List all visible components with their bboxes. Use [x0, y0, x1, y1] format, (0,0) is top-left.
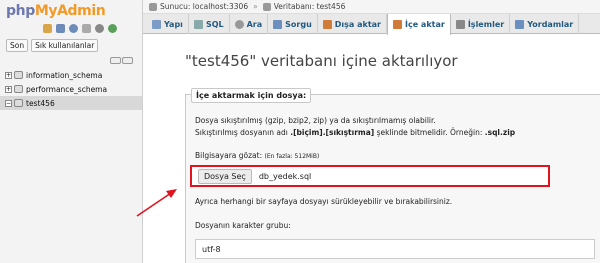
compression-format-info: Sıkıştırılmış dosyanın adı .[biçim].[sık…: [195, 128, 516, 137]
settings-icon[interactable]: [95, 24, 104, 33]
home-icon[interactable]: [43, 24, 52, 33]
export-icon: [322, 19, 332, 29]
expand-icon[interactable]: +: [5, 71, 12, 79]
tab-operations[interactable]: İşlemler: [451, 14, 511, 34]
tab-export[interactable]: Dışa aktar: [318, 14, 387, 34]
arrow-head: [166, 189, 177, 198]
breadcrumb-database[interactable]: Veritabanı: test456: [274, 2, 346, 11]
navigation-sidebar: phpMyAdmin Son Sık kullanılanlar + infor…: [0, 0, 143, 263]
database-icon: [14, 99, 23, 107]
breadcrumb: Sunucu: localhost:3306 » Veritabanı: tes…: [143, 0, 600, 14]
tree-item-label: test456: [26, 98, 55, 108]
recent-favorites-tabs: Son Sık kullanılanlar: [6, 39, 99, 52]
file-input-highlight: Dosya Seç db_yedek.sql: [190, 165, 550, 187]
fieldset-legend: İçe aktarmak için dosya:: [191, 88, 312, 103]
collapse-icon[interactable]: −: [5, 99, 12, 107]
annotation-arrow-icon: [136, 189, 177, 217]
collapse-all-icon[interactable]: [110, 57, 121, 64]
breadcrumb-separator: »: [253, 2, 258, 11]
database-tree: + information_schema + performance_schem…: [0, 68, 142, 110]
max-size-label: (En fazla: 512MiB): [264, 153, 320, 160]
tree-item-test456[interactable]: − test456: [0, 96, 142, 110]
database-icon: [14, 85, 23, 93]
logout-icon[interactable]: [56, 24, 65, 33]
help-icon[interactable]: [69, 24, 78, 33]
import-icon: [393, 20, 402, 29]
tab-import[interactable]: İçe aktar: [387, 14, 451, 35]
arrow-shaft: [136, 192, 172, 217]
routines-icon: [515, 19, 525, 29]
server-icon: [149, 2, 157, 11]
breadcrumb-server[interactable]: Sunucu: localhost:3306: [160, 2, 248, 11]
link-with-main-icon[interactable]: [122, 57, 133, 64]
recent-tab[interactable]: Son: [6, 39, 29, 52]
database-icon: [14, 71, 23, 79]
main-content: "test456" veritabanı içine aktarılıyor İ…: [143, 34, 600, 263]
choose-file-button[interactable]: Dosya Seç: [198, 168, 252, 184]
query-icon: [273, 19, 283, 29]
tab-sql[interactable]: SQL: [189, 14, 230, 34]
browse-label: Bilgisayara gözat: (En fazla: 512MiB): [195, 151, 320, 160]
reload-icon[interactable]: [108, 24, 117, 33]
phpmyadmin-logo[interactable]: phpMyAdmin: [6, 3, 106, 19]
tab-routines[interactable]: Yordamlar: [510, 14, 580, 34]
charset-label: Dosyanın karakter grubu:: [195, 221, 291, 230]
favorites-tab[interactable]: Sık kullanılanlar: [31, 39, 99, 52]
search-icon: [234, 19, 244, 29]
tab-structure[interactable]: Yapı: [147, 14, 189, 34]
tree-item-performance-schema[interactable]: + performance_schema: [5, 82, 142, 96]
docs-icon[interactable]: [82, 24, 91, 33]
expand-icon[interactable]: +: [5, 85, 12, 93]
charset-select[interactable]: utf-8: [195, 239, 595, 259]
database-icon: [262, 2, 271, 11]
tree-item-information-schema[interactable]: + information_schema: [5, 68, 142, 82]
compression-info: Dosya sıkıştırılmış (gzip, bzip2, zip) y…: [195, 116, 436, 125]
tab-query[interactable]: Sorgu: [268, 14, 318, 34]
page-title: "test456" veritabanı içine aktarılıyor: [185, 52, 458, 70]
selected-file-name: db_yedek.sql: [258, 171, 312, 181]
tab-search[interactable]: Ara: [230, 14, 269, 34]
structure-icon: [152, 19, 161, 29]
tree-item-label: performance_schema: [26, 84, 108, 94]
sql-icon: [193, 19, 203, 29]
wrench-icon: [455, 19, 465, 29]
main-tabs: Yapı SQL Ara Sorgu Dışa aktar İçe aktar …: [143, 14, 600, 35]
tree-item-label: information_schema: [26, 70, 103, 80]
sidebar-toolbar: [43, 24, 117, 33]
drag-drop-info: Ayrıca herhangi bir sayfaya dosyayı sürü…: [195, 197, 453, 206]
